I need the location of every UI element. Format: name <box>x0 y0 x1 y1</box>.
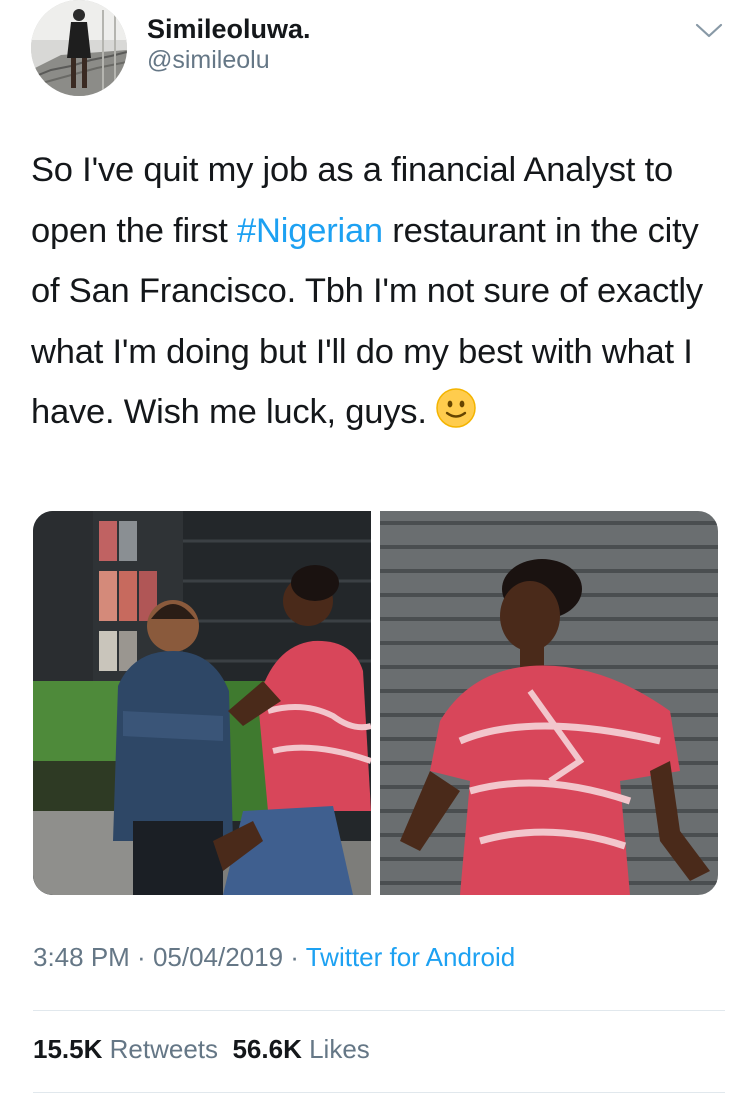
media-photo-1[interactable] <box>33 511 372 895</box>
slightly-smiling-face-icon <box>435 387 477 429</box>
meta-separator: · <box>283 942 306 972</box>
likes-stat[interactable]: 56.6K Likes <box>232 1034 369 1064</box>
tweet-header: Simileoluwa. @simileolu <box>0 0 750 110</box>
likes-label: Likes <box>309 1034 370 1064</box>
media-photo-2[interactable] <box>380 511 718 895</box>
likes-count: 56.6K <box>232 1034 302 1064</box>
divider <box>33 1010 725 1011</box>
tweet-time[interactable]: 3:48 PM <box>33 942 130 972</box>
author-handle[interactable]: @simileolu <box>147 46 270 75</box>
retweets-label: Retweets <box>109 1034 219 1064</box>
tweet-text: So I've quit my job as a financial Analy… <box>31 140 721 443</box>
avatar[interactable] <box>31 0 127 96</box>
hashtag-link[interactable]: #Nigerian <box>237 212 383 250</box>
tweet-media <box>33 511 718 895</box>
tweet-meta: 3:48 PM · 05/04/2019 · Twitter for Andro… <box>33 942 515 973</box>
chevron-down-icon[interactable] <box>694 18 724 42</box>
retweets-stat[interactable]: 15.5K Retweets <box>33 1034 218 1064</box>
author-display-name[interactable]: Simileoluwa. <box>147 14 311 45</box>
meta-separator: · <box>129 942 153 972</box>
retweets-count: 15.5K <box>33 1034 103 1064</box>
tweet-source-link[interactable]: Twitter for Android <box>306 942 516 972</box>
tweet-stats: 15.5K Retweets 56.6K Likes <box>33 1034 370 1065</box>
tweet-date[interactable]: 05/04/2019 <box>153 942 283 972</box>
avatar-photo <box>31 0 127 96</box>
